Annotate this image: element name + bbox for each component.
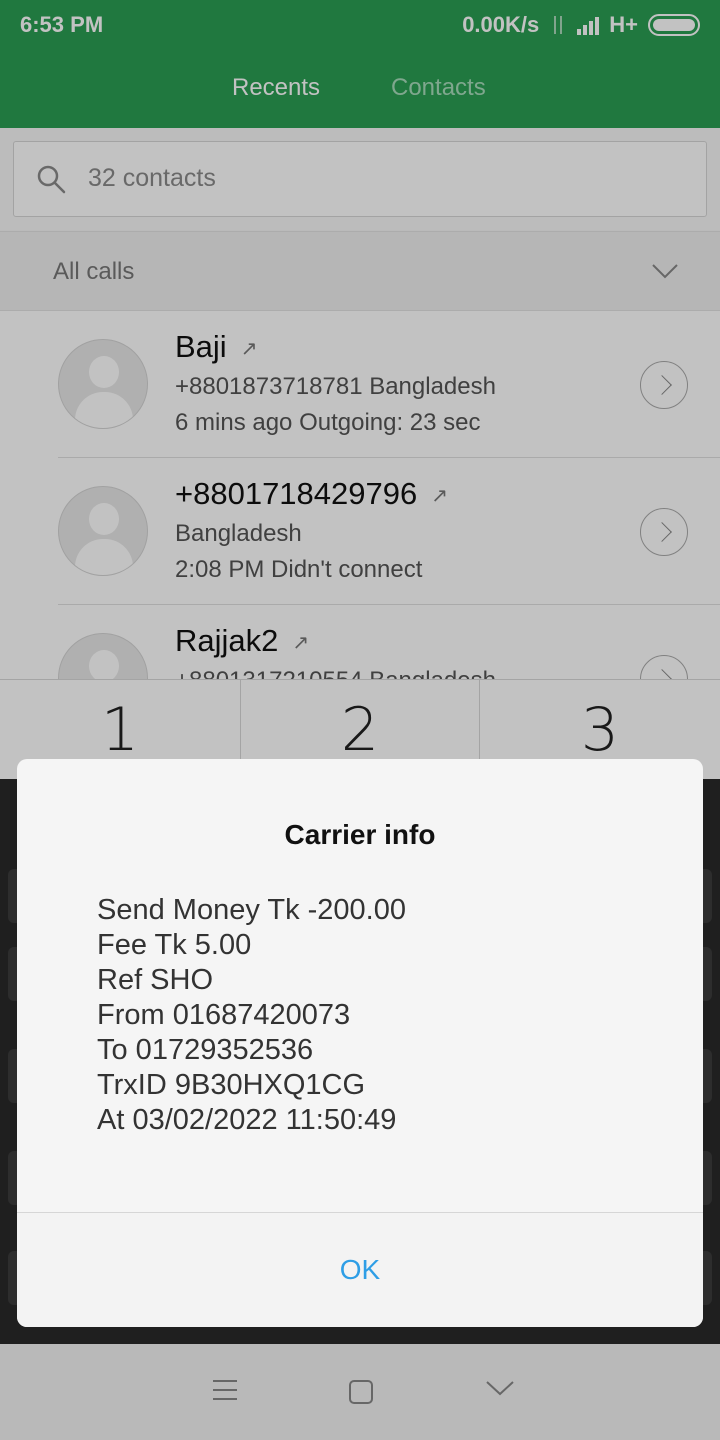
message-line: From 01687420073 — [97, 999, 351, 1031]
dialog-title: Carrier info — [284, 819, 436, 850]
message-line: Ref SHO — [97, 964, 214, 996]
message-line: To 01729352536 — [97, 1034, 314, 1066]
carrier-info-dialog: Carrier info Send Money Tk -200.00 Fee T… — [17, 759, 703, 1327]
ok-button[interactable]: OK — [17, 1213, 703, 1327]
message-line: At 03/02/2022 11:50:49 — [97, 1104, 397, 1136]
message-line: Fee Tk 5.00 — [97, 929, 252, 961]
message-line: Send Money Tk -200.00 — [97, 894, 406, 926]
dialog-message: Send Money Tk -200.00 Fee Tk 5.00 Ref SH… — [97, 893, 657, 1138]
message-line: TrxID 9B30HXQ1CG — [97, 1069, 366, 1101]
